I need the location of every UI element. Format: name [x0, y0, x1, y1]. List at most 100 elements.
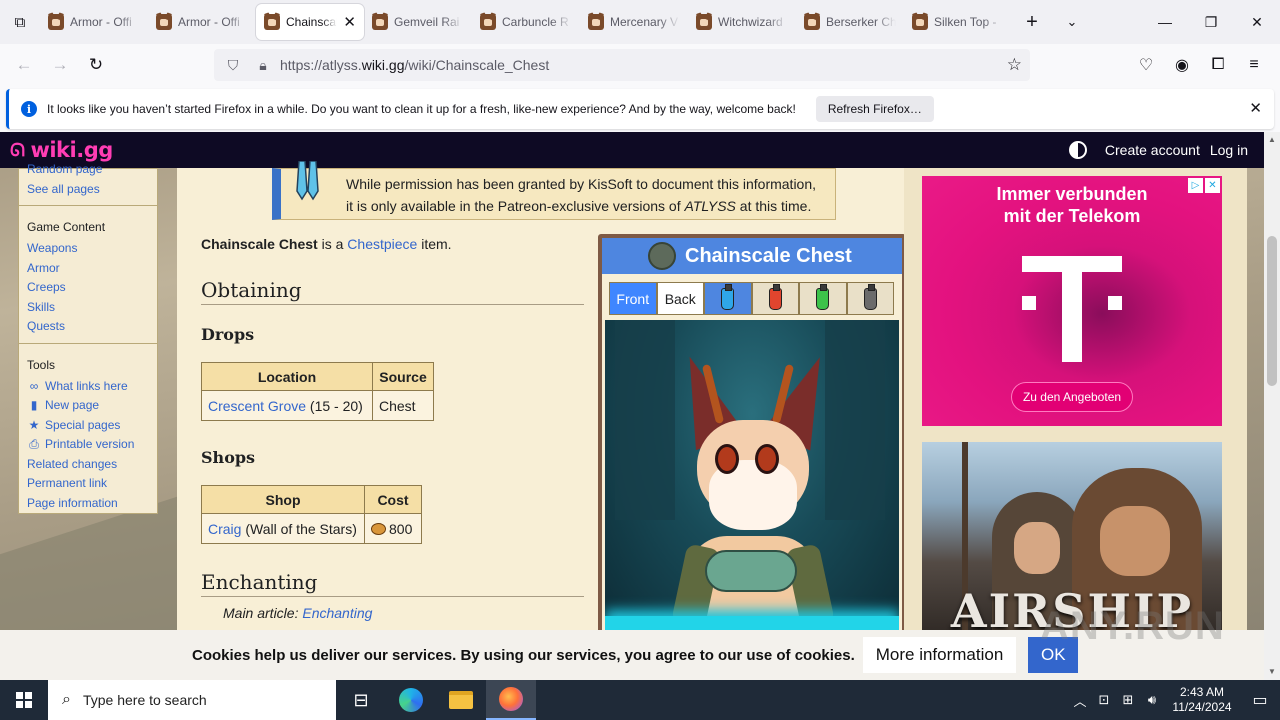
more-information-button[interactable]: More information [862, 637, 1017, 673]
sidebar-item-special-pages[interactable]: ★ Special pages [27, 416, 149, 436]
browser-tab-active[interactable]: Chainscal ✕ [256, 4, 364, 40]
new-tab-button[interactable]: + [1012, 11, 1052, 34]
red-potion-icon [768, 283, 782, 310]
close-window-icon[interactable]: ✕ [1234, 0, 1280, 44]
pocket-icon[interactable]: ♡ [1128, 49, 1164, 81]
tab-blue-dye[interactable] [704, 282, 752, 315]
reload-icon[interactable]: ↻ [78, 49, 114, 81]
close-tab-icon[interactable]: ✕ [343, 13, 356, 31]
tab-title: Berserker Ch [826, 15, 896, 29]
telekom-t-logo-icon [1022, 246, 1122, 362]
table-cell: Chest [372, 390, 434, 421]
back-icon[interactable]: ← [6, 49, 42, 81]
tab-title: Silken Top - [934, 15, 997, 29]
forward-icon[interactable]: → [42, 49, 78, 81]
airship-ad[interactable]: AIRSHIP [922, 442, 1222, 630]
star-icon: ★ [28, 417, 40, 432]
tab-grey-dye[interactable] [846, 282, 894, 315]
page-scrollbar[interactable]: ▲ ▼ [1264, 132, 1280, 680]
header-user-links: Create account Log in [1068, 132, 1248, 168]
browser-tab[interactable]: Mercenary V [580, 4, 688, 40]
firefox-view-button[interactable]: ⧉ [0, 0, 40, 44]
browser-tab[interactable]: Armor - Offi [40, 4, 148, 40]
wiki-gg-header: ᘏ wiki.gg Create account Log in [0, 132, 1264, 168]
search-icon: ⌕ [62, 691, 71, 708]
tracking-protection-shield-icon[interactable]: ⛉ [222, 57, 244, 74]
account-icon[interactable]: ◉ [1164, 49, 1200, 81]
sidebar-item-creeps[interactable]: Creeps [27, 278, 149, 298]
sidebar-item-printable-version[interactable]: ⎙ Printable version [27, 435, 149, 455]
infobox: Chainscale Chest Front Back [598, 234, 906, 630]
minimize-icon[interactable]: — [1142, 0, 1188, 44]
sidebar-item-related-changes[interactable]: Related changes [27, 455, 149, 475]
telekom-ad[interactable]: ▷ ✕ Immer verbunden mit der Telekom Zu den… [922, 176, 1222, 426]
firefox-taskbar-button[interactable] [486, 680, 536, 720]
bookmark-star-icon[interactable]: ☆ [1007, 55, 1022, 75]
printer-icon: ⎙ [29, 437, 39, 451]
sidebar-item-what-links-here[interactable]: ∞ What links here [27, 377, 149, 397]
volume-icon[interactable]: 🔊︎ [1140, 692, 1164, 708]
scrollbar-thumb[interactable] [1267, 236, 1277, 386]
scroll-down-icon[interactable]: ▼ [1264, 664, 1280, 680]
network-icon[interactable]: ⊞ [1116, 692, 1140, 708]
windows-taskbar: ⌕ Type here to search ⊟ ︿ ⊡ ⊞ 🔊︎ 2:43 AM… [0, 680, 1280, 720]
url-bar[interactable]: ⛉ 🔒︎ https://atlyss. wiki.gg/wiki/Chainsc… [214, 49, 1030, 81]
extensions-icon[interactable]: ⧠ [1200, 49, 1236, 81]
chestpiece-link[interactable]: Chestpiece [347, 236, 417, 252]
menu-hamburger-icon[interactable]: ≡ [1236, 49, 1272, 81]
lock-icon[interactable]: 🔒︎ [252, 57, 274, 74]
show-hidden-icons-chevron-icon[interactable]: ︿ [1068, 691, 1092, 710]
sidebar-item-label: Special pages [45, 417, 121, 432]
device-icon[interactable]: ⊡ [1092, 692, 1116, 708]
ad-cta-button[interactable]: Zu den Angeboten [1011, 382, 1133, 412]
enchanting-link[interactable]: Enchanting [302, 605, 372, 621]
tab-red-dye[interactable] [751, 282, 799, 315]
craig-link[interactable]: Craig [208, 521, 241, 537]
taskbar-search-box[interactable]: ⌕ Type here to search [48, 680, 336, 720]
browser-tab[interactable]: Witchwizard [688, 4, 796, 40]
sidebar-item-skills[interactable]: Skills [27, 298, 149, 318]
chainscale-chest-item-icon [648, 242, 676, 270]
green-potion-icon [816, 283, 830, 310]
tab-green-dye[interactable] [799, 282, 847, 315]
task-view-icon[interactable]: ⊟ [336, 680, 386, 720]
start-button[interactable] [0, 680, 48, 720]
sidebar-heading-tools: Tools [27, 357, 56, 372]
restore-icon[interactable]: ❐ [1188, 0, 1234, 44]
taskbar-clock[interactable]: 2:43 AM 11/24/2024 [1164, 685, 1240, 715]
log-in-link[interactable]: Log in [1210, 142, 1248, 158]
browser-tab[interactable]: Armor - Offi [148, 4, 256, 40]
sidebar-item-weapons[interactable]: Weapons [27, 239, 149, 259]
tab-back[interactable]: Back [656, 282, 704, 315]
cookie-text: Cookies help us deliver our services. By… [192, 646, 855, 664]
browser-tab[interactable]: Carbuncle R [472, 4, 580, 40]
sidebar-item-page-information[interactable]: Page information [27, 494, 149, 514]
sidebar-item-see-all-pages[interactable]: See all pages [27, 180, 149, 200]
notification-center-icon[interactable]: ▭ [1240, 690, 1280, 710]
list-all-tabs-icon[interactable]: ⌄ [1052, 14, 1092, 30]
infobox-tabs: Front Back [609, 282, 894, 315]
new-page-icon: ▮ [30, 398, 38, 412]
browser-tab[interactable]: Berserker Ch [796, 4, 904, 40]
patreon-notice-box: While permission has been granted by Kis… [272, 161, 836, 220]
theme-toggle-icon[interactable] [1068, 141, 1087, 159]
tab-front[interactable]: Front [609, 282, 657, 315]
close-notification-icon[interactable]: ✕ [1249, 99, 1262, 117]
refresh-firefox-button[interactable]: Refresh Firefox… [815, 96, 934, 122]
sidebar-item-armor[interactable]: Armor [27, 259, 149, 279]
create-account-link[interactable]: Create account [1105, 142, 1200, 158]
sidebar-item-new-page[interactable]: ▮ New page [27, 396, 149, 416]
drops-table: Location Source Crescent Grove (15 - 20) C… [201, 362, 434, 421]
window-controls: — ❐ ✕ [1142, 0, 1280, 44]
wiki-gg-logo[interactable]: ᘏ wiki.gg [10, 138, 113, 162]
tab-title: Armor - Offi [70, 15, 132, 29]
sidebar-item-permanent-link[interactable]: Permanent link [27, 474, 149, 494]
scroll-up-icon[interactable]: ▲ [1264, 132, 1280, 148]
crescent-grove-link[interactable]: Crescent Grove [208, 398, 306, 414]
sidebar-item-random-page[interactable]: Random page [27, 160, 149, 180]
browser-tab[interactable]: Silken Top - [904, 4, 1012, 40]
file-explorer-taskbar-button[interactable] [436, 680, 486, 720]
sidebar-item-quests[interactable]: Quests [27, 317, 149, 337]
edge-taskbar-button[interactable] [386, 680, 436, 720]
browser-tab[interactable]: Gemveil Rai [364, 4, 472, 40]
